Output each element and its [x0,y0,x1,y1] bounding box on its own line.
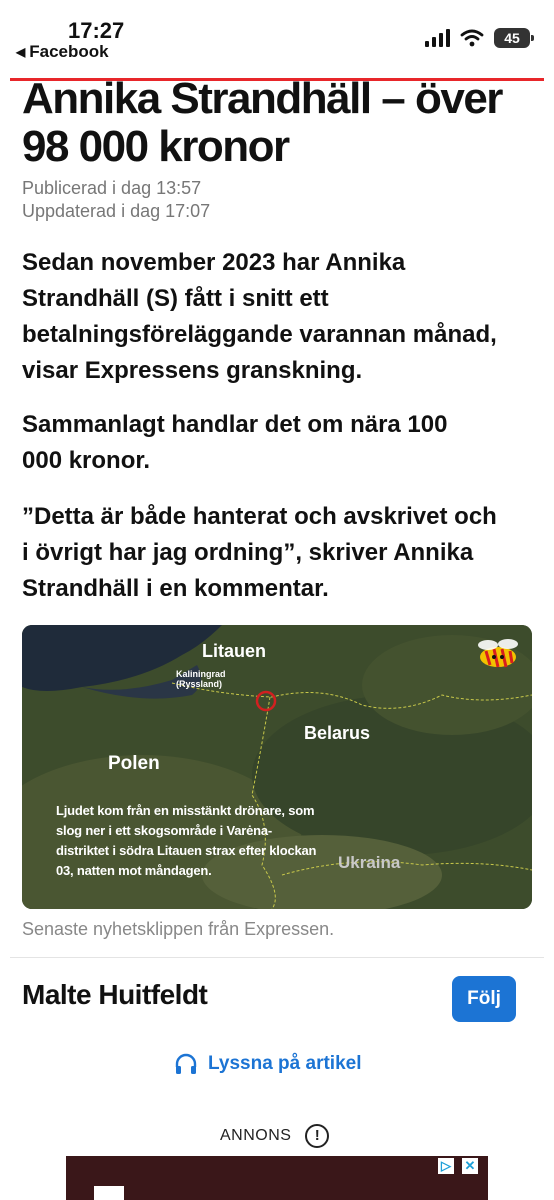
overlay-line-4: 03, natten mot måndagen. [56,863,212,878]
listen-label: Lyssna på artikel [208,1053,362,1074]
expressen-wasp-logo-icon [478,639,518,668]
map-label-kaliningrad-line-1: Kaliningrad [176,669,226,679]
ad-label: ANNONS [220,1127,292,1144]
follow-button[interactable]: Följ [452,976,516,1022]
divider [10,957,544,958]
lead-paragraph-1: Sedan november 2023 har Annika Strandhäl… [22,249,497,384]
map-label-belarus: Belarus [304,723,371,743]
article-timestamps: Publicerad i dag 13:57 Uppdaterad i dag … [22,177,210,223]
ad-logo-mark [94,1186,124,1200]
map-label-ukraina: Ukraina [338,853,401,872]
lead-paragraph-3: ”Detta är både hanterat och avskrivet oc… [22,503,497,602]
status-time: 17:27 [68,18,125,43]
video-caption: Senaste nyhetsklippen från Expressen. [22,919,335,939]
map-label-litauen: Litauen [202,641,267,661]
back-to-app-button[interactable]: ◀ Facebook [16,42,109,62]
published-time: Publicerad i dag 13:57 [22,178,202,198]
updated-time: Uppdaterad i dag 17:07 [22,201,211,221]
status-icons: 45 [425,28,534,48]
adchoices-icon[interactable]: ▷ [438,1158,454,1174]
listen-to-article-button[interactable]: Lyssna på artikel [174,1053,361,1075]
ad-choices: ▷ ✕ [438,1158,478,1174]
back-app-label: Facebook [29,42,109,61]
ad-info-icon[interactable]: ! [305,1124,330,1148]
overlay-line-3: distriktet i södra Litauen strax efter k… [56,843,317,858]
article-headline: Annika Strandhäll – över 98 000 kronor [22,78,503,171]
news-video-player[interactable]: Litauen Kaliningrad (Ryssland) Belarus P… [22,625,532,909]
article-card: Annika Strandhäll – över 98 000 kronor P… [10,78,544,1113]
ad-label-row: ANNONS ! [220,1124,330,1148]
headline-line-2: 98 000 kronor [22,122,290,171]
lead-paragraph-2: Sammanlagt handlar det om nära 100 000 k… [22,411,448,474]
headline-partial: Annika Strandhäll – över [22,78,503,123]
overlay-line-2: slog ner i ett skogsområde i Varėna- [56,823,273,838]
wifi-icon [460,29,484,47]
author-name[interactable]: Malte Huitfeldt [22,979,208,1011]
battery-icon: 45 [494,28,534,48]
video-overlay-text: Ljudet kom från en misstänkt drönare, so… [56,801,316,881]
overlay-line-1: Ljudet kom från en misstänkt drönare, so… [56,803,315,818]
map-label-kaliningrad: Kaliningrad (Ryssland) [176,669,226,689]
headphones-icon [175,1053,197,1074]
cellular-signal-icon [425,29,450,47]
map-label-kaliningrad-line-2: (Ryssland) [176,679,223,689]
status-bar: 17:27 ◀ Facebook 45 [0,0,554,72]
back-arrow-icon: ◀ [16,45,26,59]
map-label-polen: Polen [108,753,160,774]
ad-banner[interactable]: ▷ ✕ [66,1156,488,1200]
ad-close-icon[interactable]: ✕ [462,1158,478,1174]
